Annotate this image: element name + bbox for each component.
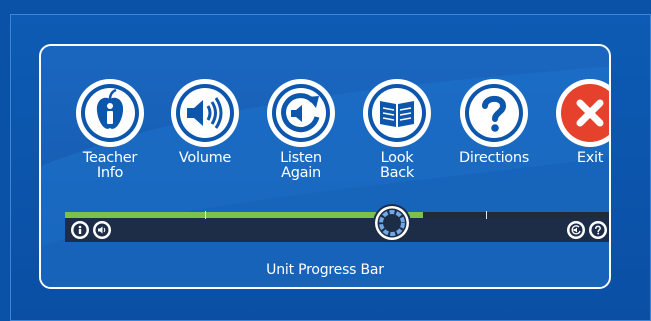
volume-label: Volume bbox=[178, 150, 232, 166]
progress-knob[interactable] bbox=[373, 204, 411, 242]
listen-again-button[interactable]: Listen Again bbox=[255, 79, 347, 181]
help-panel: Teacher Info Volume Listen Again Look Ba… bbox=[39, 44, 611, 289]
volume-icon bbox=[94, 222, 110, 238]
teacher-info-label: Teacher Info bbox=[82, 150, 138, 181]
progress-fill bbox=[65, 212, 423, 218]
directions-label: Directions bbox=[458, 150, 530, 166]
directions-icon bbox=[460, 79, 528, 147]
volume-button[interactable]: Volume bbox=[159, 79, 251, 166]
directions-icon bbox=[590, 222, 606, 238]
teacher-info-button[interactable]: Teacher Info bbox=[64, 79, 156, 181]
listen-again-label: Listen Again bbox=[280, 150, 322, 181]
mini-directions-button[interactable] bbox=[589, 221, 607, 239]
listen-again-icon bbox=[267, 79, 335, 147]
progress-tick bbox=[205, 211, 206, 219]
look-back-button[interactable]: Look Back bbox=[351, 79, 443, 181]
unit-progress-track[interactable] bbox=[65, 204, 609, 242]
progress-tick bbox=[486, 211, 487, 219]
directions-button[interactable]: Directions bbox=[448, 79, 540, 166]
mini-volume-button[interactable] bbox=[93, 221, 111, 239]
volume-icon bbox=[171, 79, 239, 147]
teacher-info-icon bbox=[72, 222, 88, 238]
exit-icon bbox=[556, 79, 609, 147]
look-back-label: Look Back bbox=[379, 150, 414, 181]
exit-label: Exit bbox=[576, 150, 604, 166]
exit-button[interactable]: Exit bbox=[544, 79, 609, 166]
teacher-info-icon bbox=[76, 79, 144, 147]
unit-progress-label: Unit Progress Bar bbox=[266, 262, 384, 278]
look-back-icon bbox=[363, 79, 431, 147]
progress-dial-icon bbox=[375, 206, 409, 240]
mini-teacher-info-button[interactable] bbox=[71, 221, 89, 239]
listen-again-icon bbox=[568, 222, 584, 238]
mini-listen-again-button[interactable] bbox=[567, 221, 585, 239]
